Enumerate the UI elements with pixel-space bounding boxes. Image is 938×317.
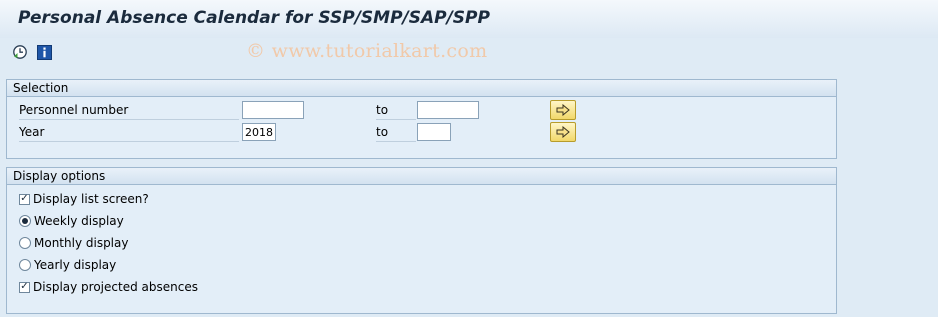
display-options-group: Display options ✓ Display list screen? W… — [6, 167, 837, 314]
display-projected-absences-label: Display projected absences — [33, 280, 198, 294]
personnel-number-label: Personnel number — [19, 101, 239, 120]
yearly-display-option[interactable]: Yearly display — [19, 256, 116, 274]
display-list-screen-checkbox[interactable]: ✓ — [19, 193, 30, 205]
weekly-display-option[interactable]: Weekly display — [19, 212, 124, 230]
page-title: Personal Absence Calendar for SSP/SMP/SA… — [18, 8, 490, 28]
personnel-number-to-label: to — [376, 101, 416, 120]
monthly-display-radio[interactable] — [19, 237, 31, 249]
display-options-group-header: Display options — [7, 168, 836, 185]
year-multiple-selection-button[interactable] — [550, 122, 576, 142]
monthly-display-option[interactable]: Monthly display — [19, 234, 128, 252]
yearly-display-radio[interactable] — [19, 259, 31, 271]
year-from-input[interactable] — [242, 123, 276, 141]
display-projected-absences-option[interactable]: ✓ Display projected absences — [19, 278, 198, 296]
year-label: Year — [19, 123, 239, 142]
personnel-number-from-input[interactable] — [242, 101, 304, 119]
weekly-display-label: Weekly display — [34, 214, 124, 228]
display-list-screen-label: Display list screen? — [33, 192, 149, 206]
info-icon — [36, 44, 52, 60]
weekly-display-radio[interactable] — [19, 215, 31, 227]
arrow-right-icon — [556, 104, 570, 116]
year-to-label: to — [376, 123, 416, 142]
selection-group-header: Selection — [7, 80, 836, 97]
selection-group: Selection Personnel number to Year to — [6, 79, 837, 159]
personnel-number-to-input[interactable] — [417, 101, 479, 119]
title-bar: Personal Absence Calendar for SSP/SMP/SA… — [0, 0, 938, 39]
display-list-screen-option[interactable]: ✓ Display list screen? — [19, 190, 149, 208]
arrow-right-icon — [556, 126, 570, 138]
execute-clock-icon — [13, 45, 27, 59]
display-projected-absences-checkbox[interactable]: ✓ — [19, 281, 30, 293]
yearly-display-label: Yearly display — [34, 258, 117, 272]
watermark-text: © www.tutorialkart.com — [246, 40, 488, 62]
execute-button[interactable] — [12, 44, 28, 60]
personnel-number-multiple-selection-button[interactable] — [550, 100, 576, 120]
monthly-display-label: Monthly display — [34, 236, 129, 250]
info-button[interactable] — [36, 44, 52, 60]
year-to-input[interactable] — [417, 123, 451, 141]
